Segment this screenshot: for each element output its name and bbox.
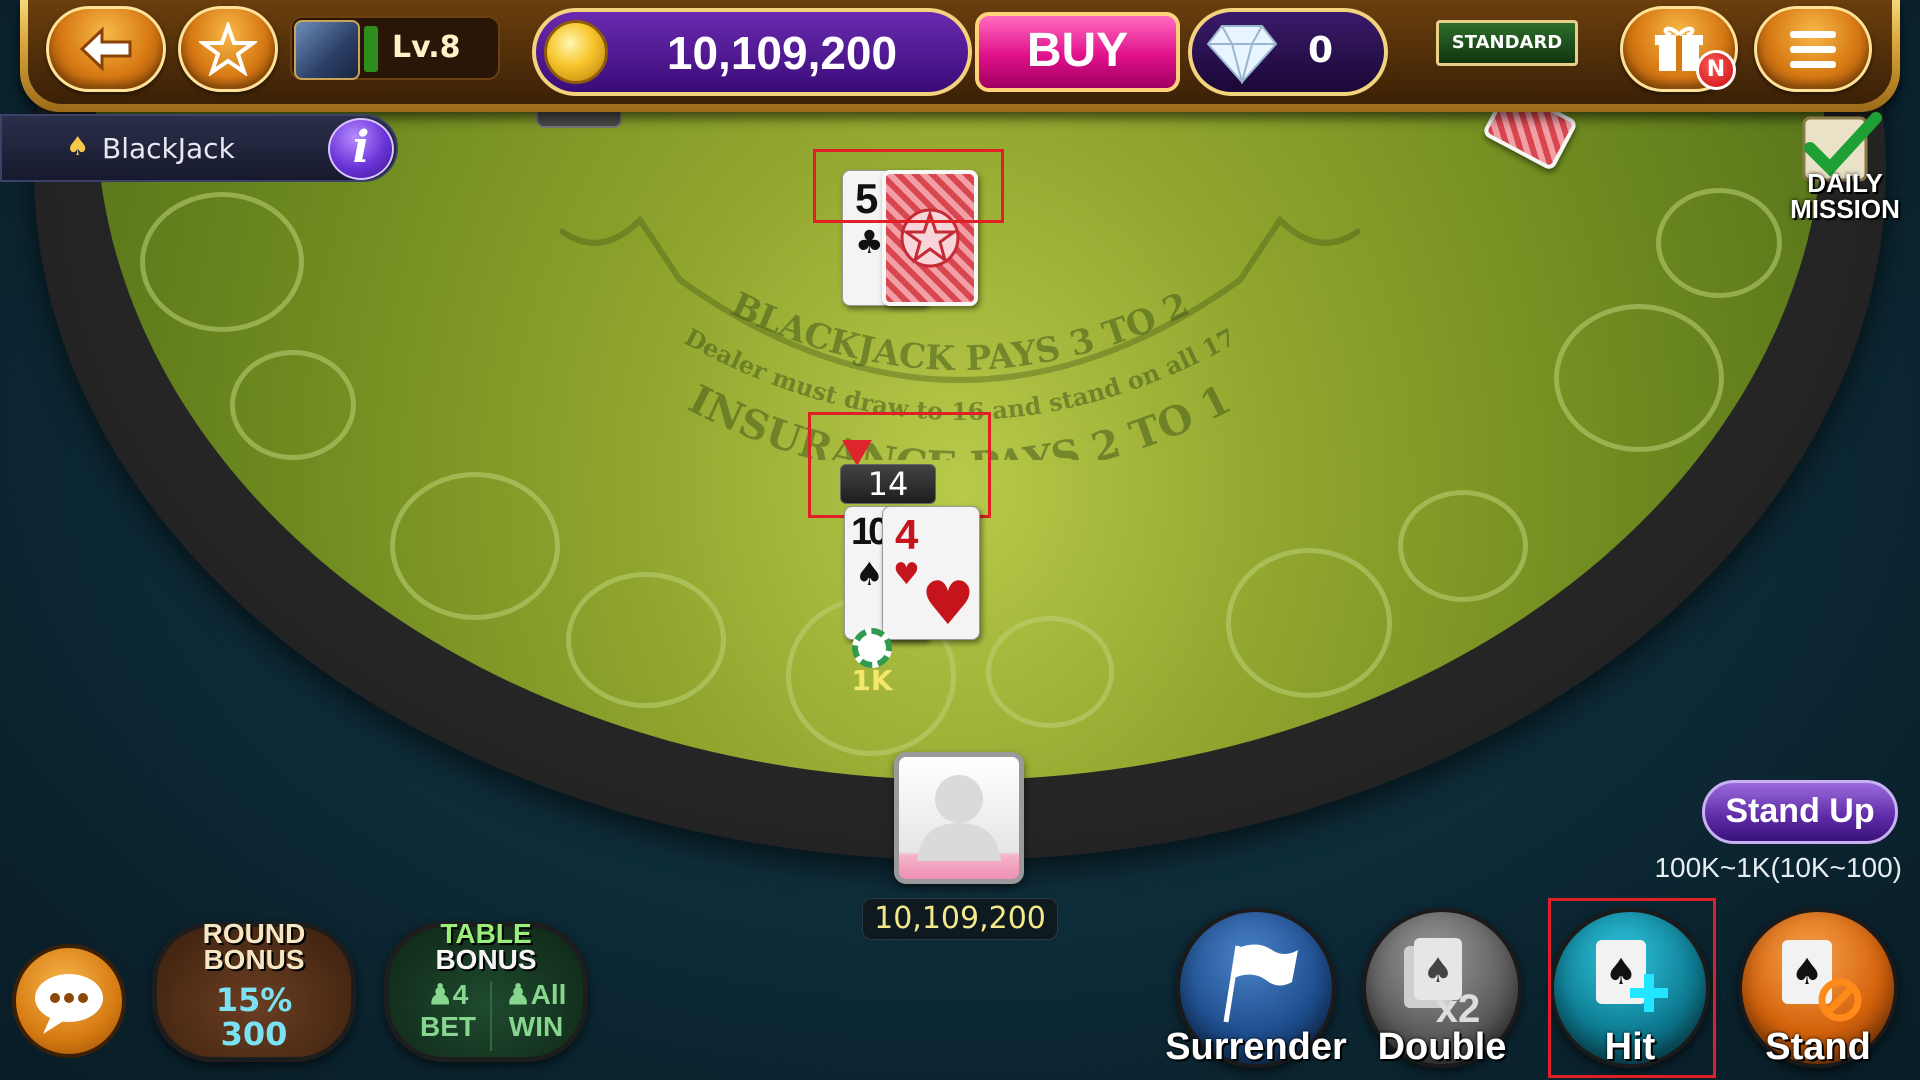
svg-text:♠: ♠ — [1791, 952, 1823, 993]
spade-icon: ♠ — [66, 132, 90, 162]
round-bonus-title: ROUND BONUS — [157, 920, 351, 975]
double-button[interactable]: ♠ x2 Double — [1362, 908, 1522, 1068]
player-card-1-rank: 10 — [851, 511, 889, 553]
table-bonus-panel[interactable]: TABLE BONUS ♟4 BET ♟All WIN — [384, 920, 588, 1062]
person-silhouette-icon — [917, 775, 1001, 861]
coin-balance: 10,109,200 — [666, 27, 898, 79]
table-bonus-win-column: ♟All WIN — [491, 979, 581, 1043]
table-bonus-bet-count: 4 — [452, 979, 469, 1010]
flag-icon — [1223, 944, 1298, 1023]
level-label: Lv.8 — [392, 30, 461, 65]
room-type-badge: STANDARD — [1436, 20, 1578, 66]
table-bonus-win-label: WIN — [508, 1011, 564, 1042]
svg-text:♠: ♠ — [1423, 951, 1453, 991]
round-bonus-percent: 15% — [215, 981, 293, 1019]
daily-mission-line-2: MISSION — [1790, 194, 1900, 224]
profile-level-panel[interactable]: Lv.8 — [290, 16, 500, 80]
round-bonus-title-line-2: BONUS — [203, 944, 305, 975]
table-bonus-win-count: All — [530, 979, 567, 1010]
dealer-hand-highlight — [813, 149, 1004, 223]
info-button[interactable]: i — [328, 118, 394, 180]
stand-label: Stand — [1765, 1026, 1871, 1068]
stand-button[interactable]: ♠ Stand — [1738, 908, 1898, 1068]
daily-mission-label[interactable]: DAILY MISSION — [1770, 170, 1920, 222]
game-name-panel: ♠ BlackJack i — [0, 114, 398, 182]
buy-button[interactable]: BUY — [975, 12, 1180, 92]
player-avatar[interactable] — [894, 752, 1024, 884]
round-bonus-panel[interactable]: ROUND BONUS 15% 300 — [152, 920, 356, 1062]
hamburger-menu-icon — [1790, 31, 1836, 68]
table-bonus-title: TABLE BONUS — [389, 920, 583, 975]
star-icon — [199, 22, 257, 76]
game-name: BlackJack — [102, 132, 235, 165]
coin-icon — [544, 20, 608, 84]
double-label: Double — [1377, 1026, 1507, 1068]
player-card-2: 4 ♥ ♥ — [882, 506, 980, 640]
avatar[interactable] — [294, 20, 360, 80]
hand-total-highlight — [808, 412, 991, 518]
heart-large-icon: ♥ — [921, 569, 975, 639]
level-progress-bar — [364, 26, 378, 72]
stand-icon: ♠ — [1782, 940, 1862, 1022]
stand-up-button[interactable]: Stand Up — [1702, 780, 1898, 844]
favorite-button[interactable] — [178, 6, 278, 92]
player-balance: 10,109,200 — [862, 898, 1058, 940]
surrender-button[interactable]: Surrender — [1165, 908, 1347, 1068]
double-icon: ♠ x2 — [1404, 938, 1481, 1026]
table-bonus-title-line-2: BONUS — [435, 944, 537, 975]
chat-button[interactable] — [12, 944, 126, 1058]
notification-badge: N — [1696, 50, 1736, 90]
bet-range-label: 100K~1K(10K~100) — [1654, 852, 1902, 883]
spade-icon: ♠ — [855, 555, 884, 593]
player-bet: 1K — [851, 664, 893, 697]
heart-icon: ♥ — [893, 557, 920, 592]
chat-bubble-icon — [35, 974, 103, 1034]
coin-balance-panel: 10,109,200 — [532, 8, 972, 96]
round-bonus-value: 300 — [220, 1015, 288, 1053]
daily-mission-line-1: DAILY — [1807, 168, 1883, 198]
gem-count: 0 — [1308, 30, 1334, 71]
player-card-2-rank: 4 — [895, 511, 919, 558]
menu-button[interactable] — [1754, 6, 1872, 92]
bet-chip-icon — [852, 628, 892, 668]
person-icon: ♟ — [505, 979, 531, 1010]
table-bonus-bet-column: ♟4 BET — [403, 979, 493, 1043]
gem-balance-panel: 0 — [1188, 8, 1388, 96]
person-icon: ♟ — [427, 979, 453, 1010]
back-button[interactable] — [46, 6, 166, 92]
club-icon: ♣ — [855, 223, 884, 261]
table-bonus-bet-label: BET — [420, 1011, 476, 1042]
diamond-icon — [1206, 25, 1278, 84]
arrow-left-icon — [79, 26, 132, 72]
hit-button-highlight — [1548, 898, 1716, 1078]
svg-text:x2: x2 — [1436, 987, 1481, 1026]
